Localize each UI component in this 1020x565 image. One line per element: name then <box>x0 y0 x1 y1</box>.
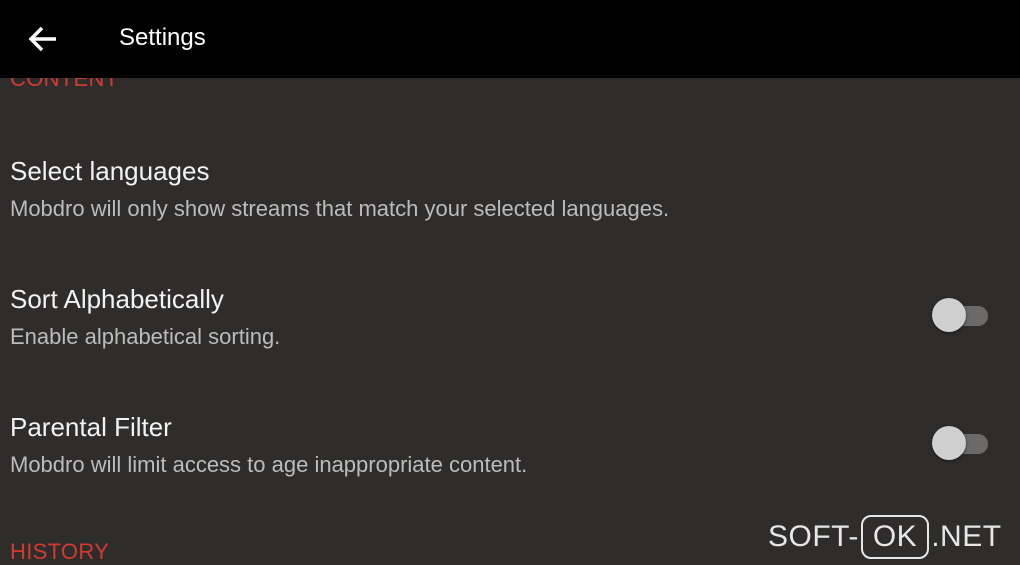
watermark-suffix: .NET <box>931 520 1002 553</box>
watermark-logo: SOFT- OK .NET <box>768 514 1002 560</box>
pref-sort-alphabetically[interactable]: Sort Alphabetically Enable alphabetical … <box>0 258 1020 378</box>
arrow-left-icon <box>28 26 56 52</box>
section-header-history: HISTORY <box>10 539 110 564</box>
parental-filter-toggle[interactable] <box>932 424 990 460</box>
pref-select-languages[interactable]: Select languages Mobdro will only show s… <box>0 130 1020 250</box>
app-bar: Settings <box>0 0 1020 78</box>
pref-title: Parental Filter <box>10 412 172 442</box>
pref-parental-filter[interactable]: Parental Filter Mobdro will limit access… <box>0 386 1020 506</box>
sort-alphabetically-toggle[interactable] <box>932 296 990 332</box>
pref-summary: Mobdro will only show streams that match… <box>10 196 670 221</box>
pref-title: Sort Alphabetically <box>10 284 224 314</box>
watermark-prefix: SOFT- <box>768 520 859 553</box>
pref-summary: Enable alphabetical sorting. <box>10 324 281 349</box>
toggle-thumb <box>932 426 966 460</box>
watermark-boxed: OK <box>860 515 930 559</box>
back-button[interactable] <box>20 17 68 61</box>
toggle-thumb <box>932 298 966 332</box>
page-title: Settings <box>119 24 206 51</box>
pref-summary: Mobdro will limit access to age inapprop… <box>10 452 528 477</box>
settings-list: CONTENT Select languages Mobdro will onl… <box>0 0 1020 564</box>
pref-title: Select languages <box>10 156 210 186</box>
